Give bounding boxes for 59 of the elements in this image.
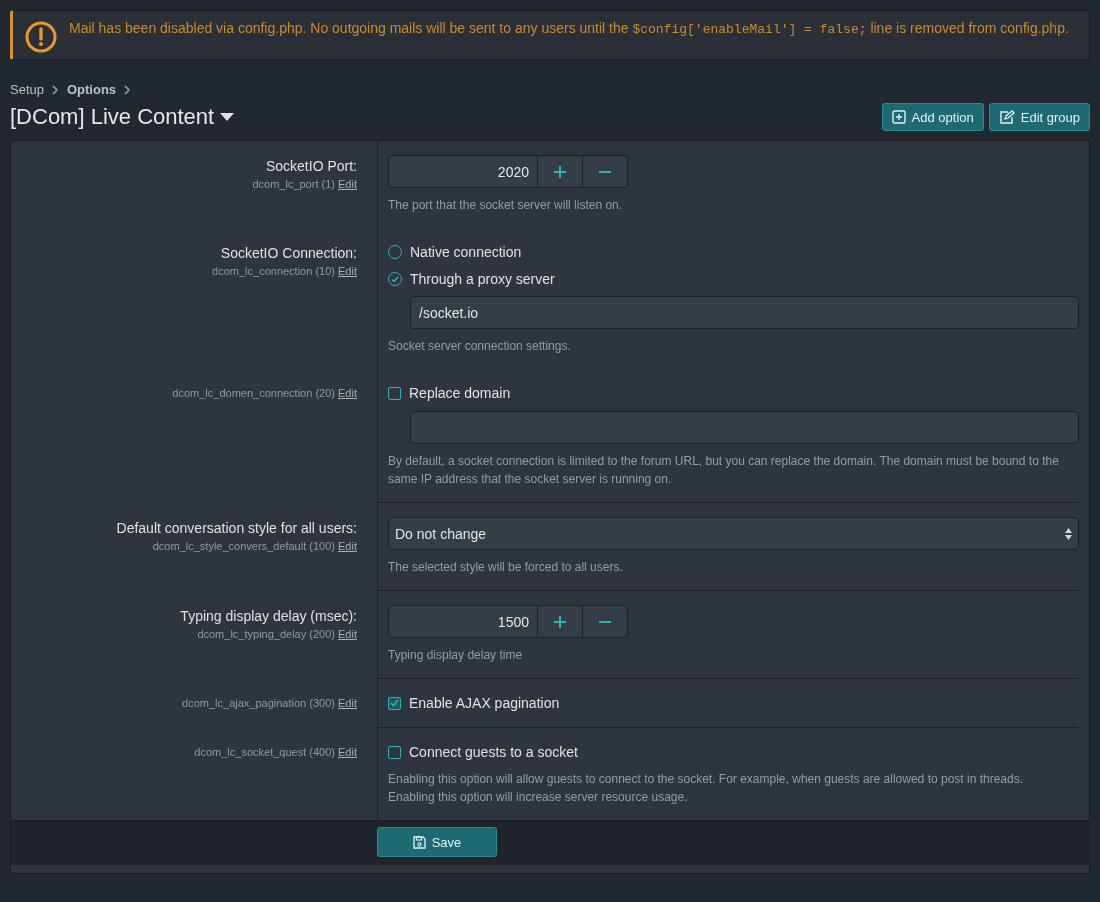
plus-icon <box>554 615 566 628</box>
checkbox-label: Connect guests to a socket <box>409 744 578 760</box>
option-hint: The selected style will be forced to all users. <box>388 559 624 576</box>
option-hint: Typing display delay time <box>388 647 524 664</box>
option-key: dcom_lc_socket_quest (400) <box>194 746 335 758</box>
checkbox[interactable] <box>388 745 401 759</box>
increment-button[interactable] <box>538 605 583 638</box>
number-field[interactable]: 1500 <box>388 605 538 638</box>
radio-label: Native connection <box>410 244 522 260</box>
option-hint: Socket server connection settings. <box>388 338 572 355</box>
checkbox-label: Enable AJAX pagination <box>409 695 560 711</box>
option-label: Default conversation style for all users: <box>115 519 357 538</box>
edit-link[interactable]: Edit <box>338 265 357 277</box>
option-label: SocketIO Port: <box>264 157 357 176</box>
option-hint: The port that the socket server will listen on. <box>388 197 624 214</box>
option-label: Typing display delay (msec): <box>179 607 357 626</box>
edit-link[interactable]: Edit <box>338 697 357 709</box>
option-key: dcom_lc_typing_delay (200) <box>197 628 335 640</box>
chevron-right-icon <box>52 84 59 95</box>
alert-message: Mail has been disabled via config.php. No outgoing mails will be sent to any users until the $config['enableMail'] = false; line is removed from config.php. <box>69 19 1069 39</box>
warning-icon <box>25 21 57 53</box>
edit-link[interactable]: Edit <box>338 628 357 640</box>
edit-link[interactable]: Edit <box>338 178 357 190</box>
save-button[interactable]: Save <box>377 827 497 857</box>
option-key: dcom_lc_port (1) <box>252 178 335 190</box>
radio-label: Through a proxy server <box>410 271 555 287</box>
check-icon <box>391 275 399 283</box>
select-field[interactable]: Do not change <box>388 517 1079 550</box>
number-field[interactable]: 2020 <box>388 155 538 188</box>
checkbox[interactable] <box>388 696 401 710</box>
select-arrows-icon <box>1065 527 1072 540</box>
option-key: dcom_lc_connection (10) <box>212 265 335 277</box>
plus-square-icon <box>891 110 906 124</box>
minus-icon <box>599 620 611 623</box>
caret-down-icon[interactable] <box>220 113 235 121</box>
checkbox-label: Replace domain <box>409 385 511 401</box>
add-option-button[interactable]: Add option <box>881 103 984 131</box>
breadcrumb-link[interactable]: Options <box>67 82 117 97</box>
option-label: SocketIO Connection: <box>219 244 357 263</box>
input-field[interactable] <box>410 411 1079 444</box>
chevron-right-icon <box>124 84 132 95</box>
pencil-square-icon <box>998 110 1015 124</box>
input-field[interactable]: /socket.io <box>410 296 1079 329</box>
minus-icon <box>599 170 611 173</box>
check-icon <box>390 699 399 707</box>
option-key: dcom_lc_ajax_pagination (300) <box>182 697 335 709</box>
option-hint: Enabling this option will allow guests to connect to the socket. For example, when guests are allowed to post in threads. Enabling this option will increase server resource usage. <box>388 771 1025 806</box>
option-key: dcom_lc_style_convers_default (100) <box>152 540 335 552</box>
option-key: dcom_lc_domen_connection (20) <box>172 387 335 399</box>
edit-link[interactable]: Edit <box>338 540 357 552</box>
page-title: [DCom] Live Content <box>10 104 215 130</box>
option-hint: By default, a socket connection is limited to the forum URL, but you can replace the domain. The domain must be bound to the same IP address that the socket server is running on. <box>388 453 1060 488</box>
increment-button[interactable] <box>538 155 583 188</box>
edit-link[interactable]: Edit <box>338 746 357 758</box>
edit-link[interactable]: Edit <box>338 387 357 399</box>
breadcrumb-link[interactable]: Setup <box>10 82 44 97</box>
checkbox[interactable] <box>388 386 401 400</box>
plus-icon <box>554 165 566 178</box>
edit-group-button[interactable]: Edit group <box>988 103 1090 131</box>
